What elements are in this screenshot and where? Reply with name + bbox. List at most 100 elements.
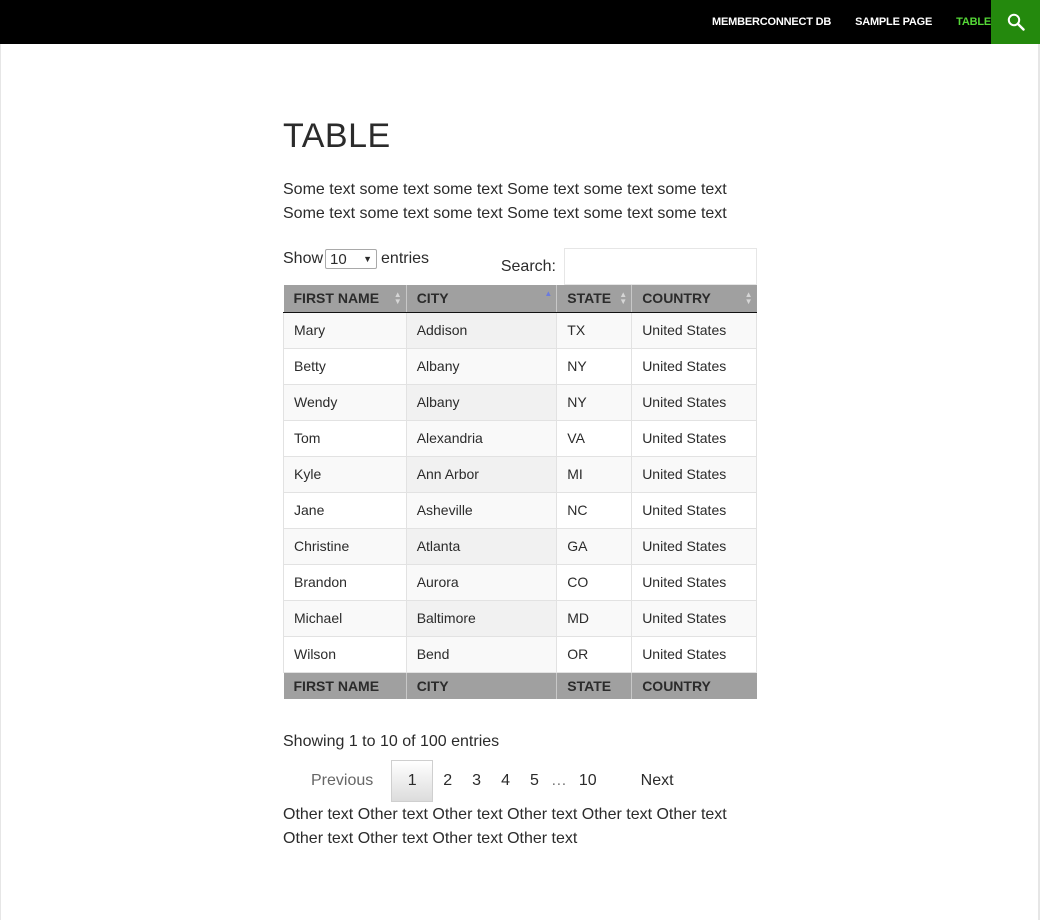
pagination-page-last[interactable]: 10 xyxy=(569,761,607,801)
column-header-label: STATE xyxy=(567,290,612,307)
cell-first-name: Wendy xyxy=(283,383,407,421)
nav-item-sample-page[interactable]: SAMPLE PAGE xyxy=(855,16,932,28)
sort-both-icon: ▲ ▼ xyxy=(619,290,628,306)
pagination-page-3[interactable]: 3 xyxy=(462,761,491,801)
pagination-next-button[interactable]: Next xyxy=(607,761,684,801)
table-search-input[interactable] xyxy=(564,248,757,285)
column-header-state[interactable]: STATE ▲ ▼ xyxy=(556,285,632,313)
column-header-label: COUNTRY xyxy=(642,290,711,307)
show-label: Show xyxy=(283,250,324,267)
sort-both-icon: ▲ ▼ xyxy=(744,290,753,306)
cell-city: Asheville xyxy=(405,491,558,529)
cell-state: OR xyxy=(556,635,633,673)
table-row: Wendy Albany NY United States xyxy=(283,383,757,421)
cell-first-name: Betty xyxy=(283,347,407,385)
entries-label: entries xyxy=(381,250,430,267)
pagination-ellipsis: … xyxy=(550,772,567,789)
cell-first-name: Tom xyxy=(283,419,407,457)
cell-city: Bend xyxy=(405,635,558,673)
sort-ascending-icon: ▲ xyxy=(544,289,553,298)
cell-state: MI xyxy=(556,455,633,493)
pagination-page-5[interactable]: 5 xyxy=(520,761,549,801)
entries-length-value: 10 xyxy=(330,250,347,268)
cell-city: Aurora xyxy=(405,563,558,601)
cell-state: NY xyxy=(556,347,633,385)
cell-first-name: Kyle xyxy=(283,455,407,493)
column-header-first-name[interactable]: FIRST NAME ▲ ▼ xyxy=(283,285,407,313)
intro-text: Some text some text some text Some text … xyxy=(283,181,727,222)
pagination-page-4[interactable]: 4 xyxy=(491,761,520,801)
cell-country: United States xyxy=(631,311,757,349)
table-row: Betty Albany NY United States xyxy=(283,347,757,385)
sort-both-icon: ▲ ▼ xyxy=(393,290,402,306)
cell-country: United States xyxy=(631,599,757,637)
cell-state: TX xyxy=(556,311,633,349)
cell-city: Ann Arbor xyxy=(405,455,558,493)
cell-state: VA xyxy=(556,419,633,457)
top-navigation-bar: MEMBERCONNECT DB SAMPLE PAGE TABLE xyxy=(0,0,1040,44)
cell-country: United States xyxy=(631,347,757,385)
pagination-page-2[interactable]: 2 xyxy=(433,761,462,801)
search-toggle-button[interactable] xyxy=(991,0,1040,44)
data-table: FIRST NAME ▲ ▼ CITY ▲ STATE ▲ ▼ COUNTRY ▲ ▼ Mar… xyxy=(283,285,757,699)
cell-first-name: Christine xyxy=(283,527,407,565)
cell-country: United States xyxy=(631,635,757,673)
cell-country: United States xyxy=(631,383,757,421)
pagination: Previous 1 2 3 4 5 … 10 Next xyxy=(301,760,684,802)
table-row: Brandon Aurora CO United States xyxy=(283,563,757,601)
column-header-label: CITY xyxy=(416,290,449,307)
main-content: TABLE Some text some text some text Some… xyxy=(283,117,757,847)
table-row: Christine Atlanta GA United States xyxy=(283,527,757,565)
cell-country: United States xyxy=(631,563,757,601)
column-header-country[interactable]: COUNTRY ▲ ▼ xyxy=(631,285,757,313)
table-row: Michael Baltimore MD United States xyxy=(283,599,757,637)
page-frame-left xyxy=(0,44,1,920)
table-row: Jane Asheville NC United States xyxy=(283,491,757,529)
pagination-previous-button[interactable]: Previous xyxy=(301,761,391,801)
entries-length-control: Show 10 ▼ entries xyxy=(283,249,429,269)
nav-item-memberconnect-db[interactable]: MEMBERCONNECT DB xyxy=(712,16,831,28)
cell-country: United States xyxy=(631,419,757,457)
column-header-city[interactable]: CITY ▲ xyxy=(405,285,557,313)
primary-nav: MEMBERCONNECT DB SAMPLE PAGE TABLE xyxy=(688,0,991,44)
cell-first-name: Mary xyxy=(283,311,407,349)
cell-state: NC xyxy=(556,491,633,529)
cell-first-name: Brandon xyxy=(283,563,407,601)
column-footer-first-name: FIRST NAME xyxy=(283,671,407,699)
cell-state: CO xyxy=(556,563,633,601)
table-info-status: Showing 1 to 10 of 100 entries xyxy=(283,733,500,750)
cell-state: GA xyxy=(556,527,633,565)
search-icon xyxy=(1007,13,1025,31)
table-header-row: FIRST NAME ▲ ▼ CITY ▲ STATE ▲ ▼ COUNTRY ▲ ▼ xyxy=(283,285,757,313)
outro-text: Other text Other text Other text Other t… xyxy=(283,806,727,847)
table-footer-row: FIRST NAME CITY STATE COUNTRY xyxy=(283,671,757,699)
pagination-page-1[interactable]: 1 xyxy=(391,760,434,802)
cell-state: MD xyxy=(556,599,633,637)
cell-country: United States xyxy=(631,455,757,493)
cell-city: Addison xyxy=(405,311,558,349)
cell-city: Albany xyxy=(405,383,558,421)
cell-city: Albany xyxy=(405,347,558,385)
table-row: Wilson Bend OR United States xyxy=(283,635,757,673)
table-row: Tom Alexandria VA United States xyxy=(283,419,757,457)
cell-country: United States xyxy=(631,491,757,529)
column-footer-state: STATE xyxy=(556,671,632,699)
dropdown-caret-icon: ▼ xyxy=(363,254,373,264)
cell-first-name: Jane xyxy=(283,491,407,529)
table-body: Mary Addison TX United States Betty Albany NY… xyxy=(283,311,757,673)
entries-length-select[interactable]: 10 ▼ xyxy=(325,249,378,269)
nav-item-table[interactable]: TABLE xyxy=(956,16,991,28)
column-header-label: FIRST NAME xyxy=(293,290,380,307)
cell-city: Atlanta xyxy=(405,527,558,565)
cell-city: Alexandria xyxy=(405,419,558,457)
cell-first-name: Wilson xyxy=(283,635,407,673)
column-footer-country: COUNTRY xyxy=(631,671,757,699)
table-row: Kyle Ann Arbor MI United States xyxy=(283,455,757,493)
table-row: Mary Addison TX United States xyxy=(283,311,757,349)
cell-first-name: Michael xyxy=(283,599,407,637)
cell-state: NY xyxy=(556,383,633,421)
page-title: TABLE xyxy=(283,117,391,155)
search-label: Search: xyxy=(500,257,556,275)
column-footer-city: CITY xyxy=(405,671,557,699)
table-search: Search: xyxy=(501,248,757,285)
